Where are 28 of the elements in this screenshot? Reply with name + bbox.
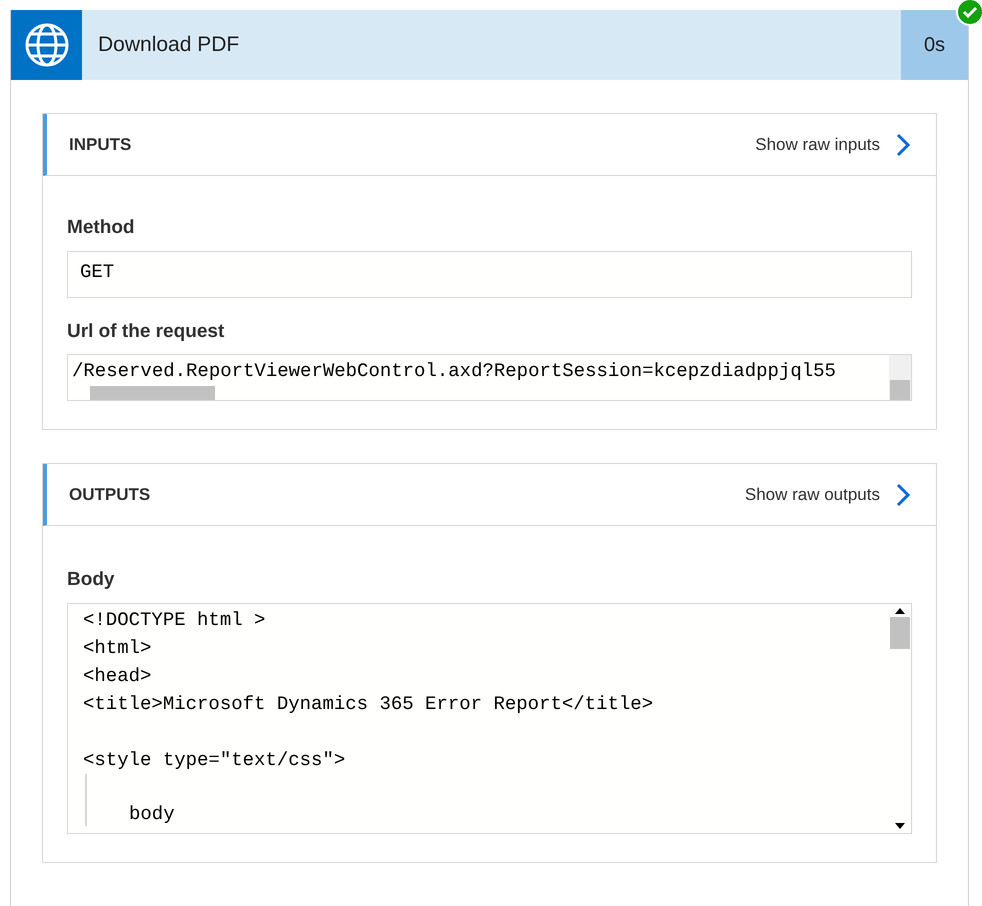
code-line: body xyxy=(129,802,176,826)
url-field[interactable]: /Reserved.ReportViewerWebControl.axd?ReportSession=kcepzdiadppjql55 xyxy=(67,354,912,401)
vertical-scrollbar[interactable] xyxy=(889,355,911,400)
scrollbar-thumb[interactable] xyxy=(90,386,215,400)
action-title: Download PDF xyxy=(98,32,240,58)
code-line: <style type="text/css"> xyxy=(83,748,346,772)
scroll-down-icon xyxy=(895,822,905,828)
code-line: <title>Microsoft Dynamics 365 Error Report</title> xyxy=(83,692,654,716)
duration-label: 0s xyxy=(901,10,968,80)
method-field[interactable]: GET xyxy=(67,250,912,298)
show-raw-link[interactable]: Show raw inputs xyxy=(755,132,910,158)
code-line: <html> xyxy=(83,636,152,660)
field-label: Url of the request xyxy=(67,320,226,344)
globe-icon xyxy=(24,22,70,68)
show-raw-link[interactable]: Show raw outputs xyxy=(744,482,910,508)
scrollbar-thumb[interactable] xyxy=(890,380,910,400)
scrollbar-thumb[interactable] xyxy=(890,616,910,648)
code-line: <head> xyxy=(83,664,152,688)
code-line: <!DOCTYPE html > xyxy=(83,608,266,632)
section-heading: OUTPUTS xyxy=(69,484,150,506)
body-field[interactable]: <!DOCTYPE html > <html> <head> <title>Microsoft Dynamics 365 Error Report</title> <style type="text/css"> body xyxy=(67,602,912,834)
section-heading: INPUTS xyxy=(69,134,132,156)
field-label: Method xyxy=(67,216,136,240)
chevron-right-icon xyxy=(896,132,910,156)
action-header[interactable]: Download PDF 0s xyxy=(11,10,968,80)
chevron-right-icon xyxy=(896,482,910,506)
field-label: Body xyxy=(67,568,116,592)
scroll-up-icon xyxy=(895,608,905,614)
